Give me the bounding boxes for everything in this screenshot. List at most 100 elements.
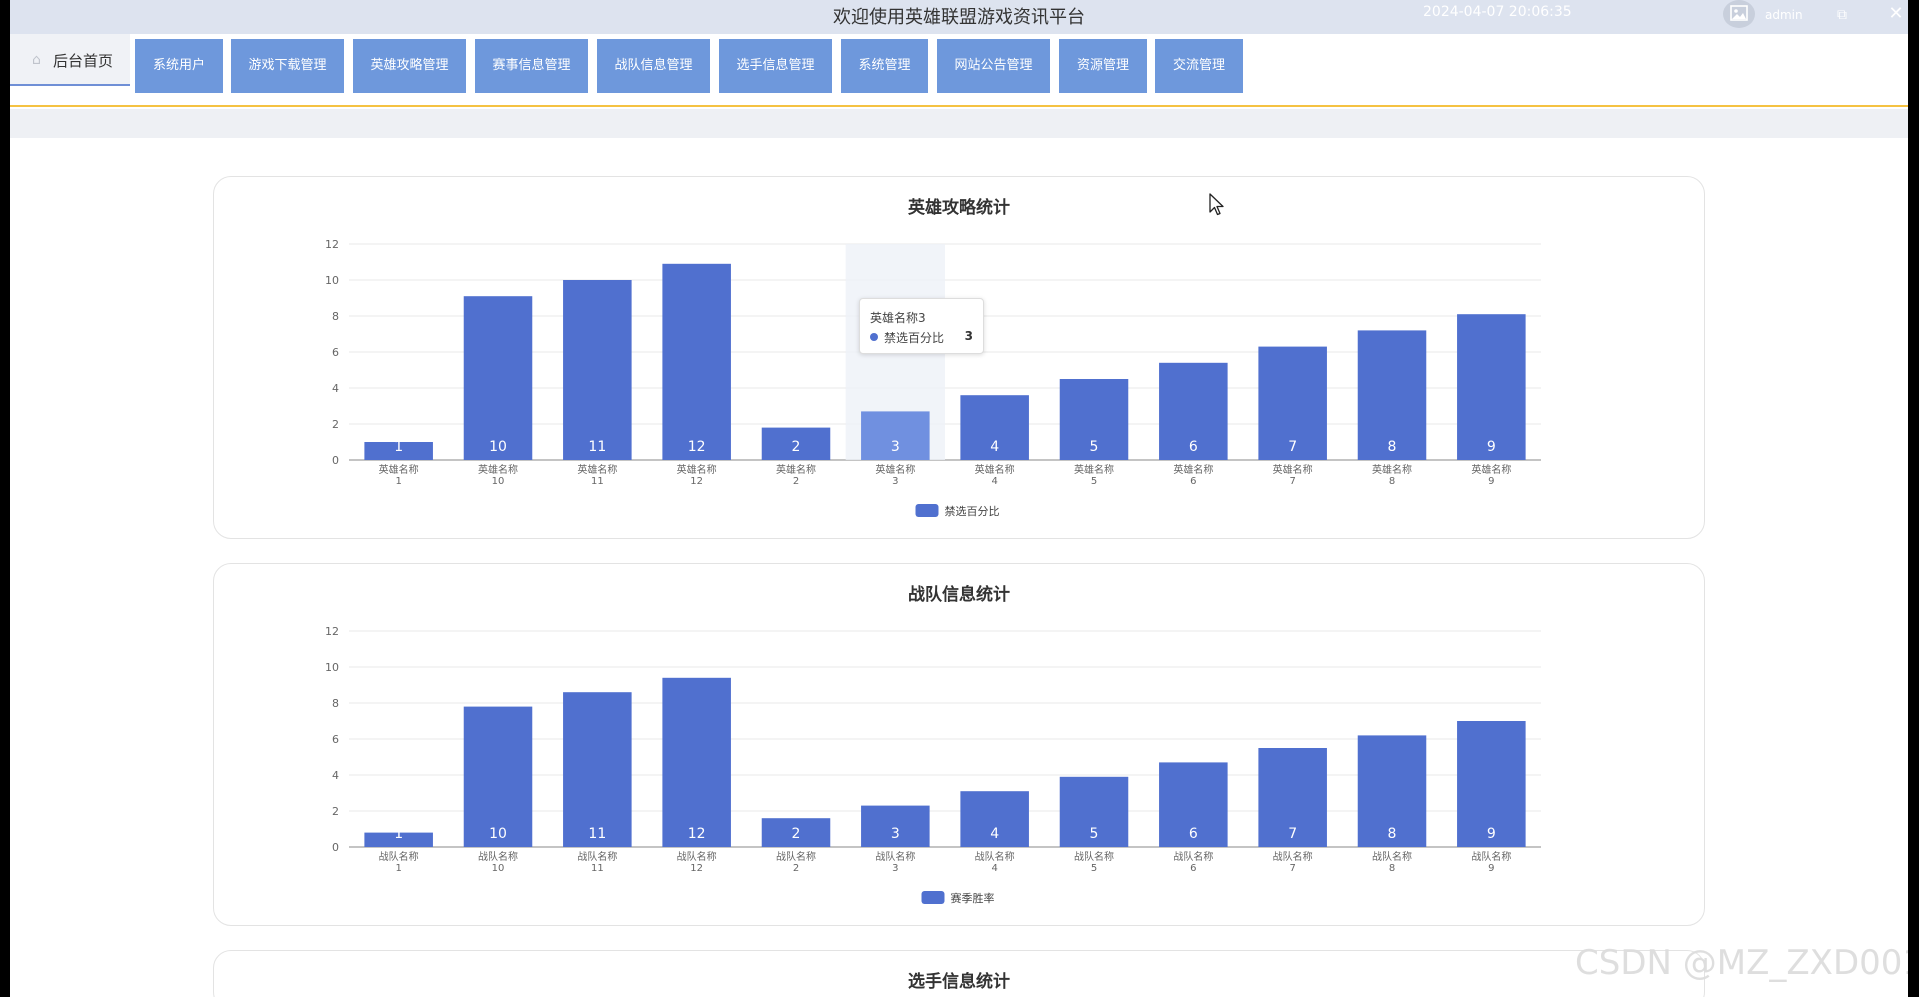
bar-value-label: 2 (792, 439, 801, 455)
x-tick-label-sub: 3 (892, 476, 898, 487)
tooltip-series-name: 禁选百分比 (884, 331, 945, 345)
chart-bar (563, 692, 632, 847)
x-tick-label-sub: 12 (690, 863, 703, 874)
watermark: CSDN @MZ_ZXD001 (1575, 943, 1908, 983)
restore-icon[interactable]: ⧉ (1832, 5, 1852, 25)
tab-home-label: 后台首页 (53, 52, 114, 70)
bar-value-label: 5 (1090, 439, 1099, 455)
bar-value-label: 5 (1090, 826, 1099, 842)
y-tick-label: 0 (332, 841, 339, 854)
x-tick-label: 英雄名称 (776, 463, 816, 476)
datetime: 2024-04-07 20:06:35 (1423, 4, 1572, 20)
app-title: 欢迎使用英雄联盟游戏资讯平台 (833, 7, 1085, 28)
x-tick-label: 战队名称 (776, 850, 816, 863)
chart-bar (463, 296, 533, 460)
y-tick-label: 12 (325, 238, 339, 251)
bar-value-label: 4 (990, 439, 999, 455)
chart-bar (563, 280, 632, 460)
x-tick-label: 英雄名称 (1372, 463, 1412, 476)
chart-legend: 赛季胜率 (921, 891, 995, 905)
close-icon[interactable]: ✕ (1885, 3, 1907, 25)
x-tick-label-sub: 9 (1488, 863, 1494, 874)
tab-home[interactable]: ⌂ 后台首页 (10, 34, 130, 86)
x-tick-label-sub: 4 (991, 863, 997, 874)
y-tick-label: 0 (332, 454, 339, 467)
x-tick-label: 英雄名称 (478, 463, 518, 476)
x-tick-label: 英雄名称 (677, 463, 717, 476)
x-tick-label: 战队名称 (875, 850, 915, 863)
nav-item-teams[interactable]: 战队信息管理 (597, 39, 710, 93)
legend-swatch (915, 504, 939, 517)
x-tick-label-sub: 8 (1389, 863, 1395, 874)
bar-value-label: 1 (394, 439, 403, 455)
bar-value-label: 3 (891, 439, 900, 455)
legend-swatch (921, 891, 945, 904)
x-tick-label: 英雄名称 (975, 463, 1015, 476)
x-tick-label: 战队名称 (1173, 850, 1213, 863)
x-tick-label-sub: 4 (991, 476, 997, 487)
x-tick-label: 战队名称 (677, 850, 717, 863)
bar-value-label: 3 (891, 826, 900, 842)
bar-value-label: 9 (1487, 439, 1496, 455)
x-tick-label: 战队名称 (478, 850, 518, 863)
x-tick-label-sub: 2 (793, 863, 799, 874)
bar-value-label: 6 (1189, 439, 1198, 455)
hero-guide-bar-chart: 0246810121英雄名称110英雄名称1011英雄名称1112英雄名称122… (325, 238, 1541, 518)
x-tick-label: 英雄名称 (577, 463, 617, 476)
username[interactable]: admin (1765, 8, 1803, 22)
bar-value-label: 11 (588, 826, 606, 842)
nav-item-announcements[interactable]: 网站公告管理 (937, 39, 1050, 93)
mouse-cursor-icon (1209, 193, 1224, 216)
nav-bar: ⌂ 后台首页 系统用户 游戏下载管理 英雄攻略管理 赛事信息管理 战队信息管理 … (10, 34, 1908, 107)
bar-value-label: 1 (394, 826, 403, 842)
title-bar: 欢迎使用英雄联盟游戏资讯平台 2024-04-07 20:06:35 admin… (10, 0, 1908, 34)
nav-item-players[interactable]: 选手信息管理 (719, 39, 832, 93)
chart-bar (662, 677, 731, 847)
y-tick-label: 10 (325, 274, 339, 287)
legend-label: 赛季胜率 (951, 891, 995, 905)
nav-item-game-download[interactable]: 游戏下载管理 (231, 39, 344, 93)
tooltip-title: 英雄名称3 (870, 311, 926, 325)
nav-item-system[interactable]: 系统管理 (841, 39, 928, 93)
team-info-chart-card: 战队信息统计 0 2 4 6 8 10 12 1 战队名称 1 10 战队名称 10 11 战队名称 11 12… (213, 563, 1705, 926)
x-tick-label-sub: 10 (492, 476, 505, 487)
x-tick-label-sub: 6 (1190, 476, 1196, 487)
tooltip-value: 3 (964, 329, 973, 343)
x-tick-label-sub: 11 (591, 476, 604, 487)
bar-value-label: 10 (489, 439, 507, 455)
nav-item-forum[interactable]: 交流管理 (1155, 39, 1243, 93)
y-tick-label: 6 (332, 733, 339, 746)
y-tick-label: 2 (332, 418, 339, 431)
bar-value-label: 8 (1388, 826, 1397, 842)
sub-bar (10, 109, 1908, 138)
hero-guide-chart-card: 英雄攻略统计 0 2 4 6 8 10 12 1 英雄名称 1 10 英雄名称 10 11 英雄名称 11 12… (213, 176, 1705, 539)
x-tick-label: 战队名称 (975, 850, 1015, 863)
nav-item-users[interactable]: 系统用户 (135, 39, 223, 93)
chart-legend: 禁选百分比 (915, 504, 1000, 518)
bar-value-label: 9 (1487, 826, 1496, 842)
x-tick-label-sub: 2 (793, 476, 799, 487)
x-tick-label: 英雄名称 (1074, 463, 1114, 476)
y-tick-label: 10 (325, 661, 339, 674)
x-tick-label: 战队名称 (1074, 850, 1114, 863)
y-tick-label: 8 (332, 310, 339, 323)
x-tick-label: 英雄名称 (1471, 463, 1511, 476)
nav-item-hero-guides[interactable]: 英雄攻略管理 (353, 39, 466, 93)
x-tick-label: 战队名称 (1471, 850, 1511, 863)
chart-title: 选手信息统计 (908, 972, 1010, 992)
x-tick-label-sub: 1 (395, 476, 401, 487)
app-window: 欢迎使用英雄联盟游戏资讯平台 2024-04-07 20:06:35 admin… (10, 0, 1908, 997)
bar-value-label: 11 (588, 439, 606, 455)
nav-item-events[interactable]: 赛事信息管理 (475, 39, 588, 93)
avatar[interactable] (1723, 0, 1755, 28)
x-tick-label: 英雄名称 (379, 463, 419, 476)
bar-value-label: 12 (688, 439, 706, 455)
x-tick-label: 战队名称 (379, 850, 419, 863)
nav-item-resources[interactable]: 资源管理 (1059, 39, 1147, 93)
x-tick-label-sub: 6 (1190, 863, 1196, 874)
chart-tooltip: 英雄名称3 禁选百分比 3 (859, 298, 984, 354)
y-tick-label: 4 (332, 382, 339, 395)
bar-value-label: 12 (688, 826, 706, 842)
x-tick-label: 战队名称 (1372, 850, 1412, 863)
x-tick-label-sub: 1 (395, 863, 401, 874)
